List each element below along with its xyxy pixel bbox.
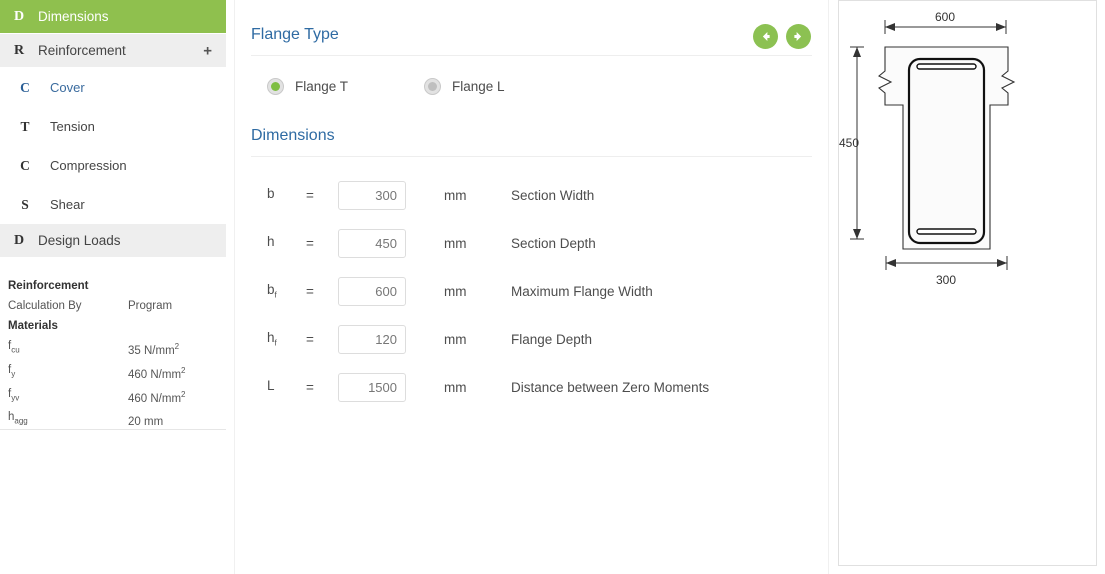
design-loads-letter-icon: D <box>13 232 25 248</box>
sidebar-item-shear[interactable]: S Shear <box>0 185 226 224</box>
sidebar-item-design-loads[interactable]: D Design Loads <box>0 224 226 258</box>
flange-type-radio-group: Flange T Flange L <box>251 56 812 95</box>
dimensions-heading: Dimensions <box>251 95 812 157</box>
summary-label-hagg: hagg <box>8 411 28 426</box>
radio-label-flange-t: Flange T <box>295 79 349 94</box>
summary-panel: Reinforcement Calculation By Program Mat… <box>0 272 226 432</box>
sidebar-item-label-cover: Cover <box>50 80 85 95</box>
dimension-row-hf: hf = mm Flange Depth <box>251 315 812 363</box>
summary-row-fyv: fyv 460 N/mm2 <box>8 385 226 409</box>
radio-flange-t[interactable]: Flange T <box>251 78 348 95</box>
dimensions-letter-icon: D <box>13 8 25 24</box>
cover-letter-icon: C <box>20 79 30 95</box>
bottom-dimension-label: 300 <box>936 273 956 287</box>
dimension-unit-hf: mm <box>444 331 467 347</box>
dimension-unit-b: mm <box>444 187 467 203</box>
arrow-left-circle-icon[interactable] <box>753 24 778 49</box>
dimension-unit-l: mm <box>444 379 467 395</box>
dimension-unit-bf: mm <box>444 283 467 299</box>
dimension-desc-bf: Maximum Flange Width <box>511 283 653 299</box>
sidebar-item-reinforcement[interactable]: R Reinforcement + <box>0 34 226 68</box>
dimensions-form: b = mm Section Width h = mm Section Dept… <box>251 157 812 411</box>
arrow-right-circle-icon[interactable] <box>786 24 811 49</box>
dimension-symbol-l: L <box>267 378 275 394</box>
max-flange-width-input[interactable] <box>338 276 406 306</box>
left-dimension-label: 450 <box>839 136 859 150</box>
sidebar-item-label-compression: Compression <box>50 158 127 173</box>
sidebar-item-dimensions[interactable]: D Dimensions <box>0 0 226 34</box>
dimension-desc-hf: Flange Depth <box>511 331 593 347</box>
equals-sign: = <box>306 187 314 203</box>
summary-row-fy: fy 460 N/mm2 <box>8 361 226 385</box>
summary-value-fy: 460 N/mm2 <box>128 365 186 381</box>
compression-letter-icon: C <box>20 157 30 173</box>
dimension-desc-b: Section Width <box>511 187 595 203</box>
dimension-desc-l: Distance between Zero Moments <box>511 379 710 395</box>
sidebar: D Dimensions R Reinforcement + C Cover T… <box>0 0 226 430</box>
radio-label-flange-l: Flange L <box>452 79 505 94</box>
summary-heading-reinforcement: Reinforcement <box>8 280 89 292</box>
summary-value-hagg: 20 mm <box>128 416 164 429</box>
dimension-symbol-b: b <box>267 186 275 202</box>
shear-letter-icon: S <box>21 196 29 212</box>
section-outline <box>878 46 1016 250</box>
flange-depth-input[interactable] <box>338 324 406 354</box>
main-content: Flange Type Flange T Flange L Dimensions… <box>234 0 829 574</box>
sidebar-item-label-design-loads: Design Loads <box>38 233 121 248</box>
sidebar-item-label-shear: Shear <box>50 197 85 212</box>
equals-sign: = <box>306 235 314 251</box>
dimension-row-l: L = mm Distance between Zero Moments <box>251 363 812 411</box>
flange-type-heading: Flange Type <box>251 0 812 56</box>
dimension-row-h: h = mm Section Depth <box>251 219 812 267</box>
sidebar-item-cover[interactable]: C Cover <box>0 68 226 107</box>
equals-sign: = <box>306 283 314 299</box>
sidebar-item-compression[interactable]: C Compression <box>0 146 226 185</box>
dimension-desc-h: Section Depth <box>511 235 596 251</box>
tension-letter-icon: T <box>20 118 30 134</box>
radio-unselected-icon <box>424 78 442 95</box>
summary-value-fyv: 460 N/mm2 <box>128 389 186 405</box>
summary-value-calculation-by: Program <box>128 300 173 312</box>
dimension-symbol-h: h <box>267 234 275 250</box>
section-width-input[interactable] <box>338 180 406 210</box>
top-reinforcement-bars <box>916 63 977 70</box>
summary-value-fcu: 35 N/mm2 <box>128 342 180 357</box>
cross-section-drawing: 600 450 300 <box>839 10 1016 287</box>
sidebar-item-label-reinforcement: Reinforcement <box>38 43 126 58</box>
radio-flange-l[interactable]: Flange L <box>408 78 505 95</box>
dimension-symbol-hf: hf <box>267 330 277 348</box>
bottom-reinforcement-bars <box>916 228 977 235</box>
equals-sign: = <box>306 331 314 347</box>
summary-row-calculation-by: Calculation By Program <box>8 297 226 316</box>
summary-label-fcu: fcu <box>8 340 20 355</box>
record-navigation <box>753 24 811 49</box>
reinforcement-letter-icon: R <box>13 42 25 58</box>
summary-label-fyv: fyv <box>8 387 20 402</box>
sidebar-item-label-dimensions: Dimensions <box>38 9 109 24</box>
dimension-symbol-bf: bf <box>267 282 277 300</box>
dimension-unit-h: mm <box>444 235 467 251</box>
summary-row-hagg: hagg 20 mm <box>8 408 226 432</box>
top-dimension-label: 600 <box>935 10 955 24</box>
section-depth-input[interactable] <box>338 228 406 258</box>
summary-heading-materials: Materials <box>8 320 58 332</box>
plus-icon[interactable]: + <box>203 43 212 58</box>
sidebar-item-label-tension: Tension <box>50 119 95 134</box>
summary-row-fcu: fcu 35 N/mm2 <box>8 337 226 361</box>
radio-selected-icon <box>267 78 284 95</box>
zero-moment-distance-input[interactable] <box>338 372 406 402</box>
dimension-row-bf: bf = mm Maximum Flange Width <box>251 267 812 315</box>
summary-label-fy: fy <box>8 363 16 379</box>
equals-sign: = <box>306 379 314 395</box>
dimension-row-b: b = mm Section Width <box>251 171 812 219</box>
sidebar-item-tension[interactable]: T Tension <box>0 107 226 146</box>
summary-label-calculation-by: Calculation By <box>8 300 82 312</box>
section-drawing-panel: 600 450 300 <box>838 0 1097 566</box>
